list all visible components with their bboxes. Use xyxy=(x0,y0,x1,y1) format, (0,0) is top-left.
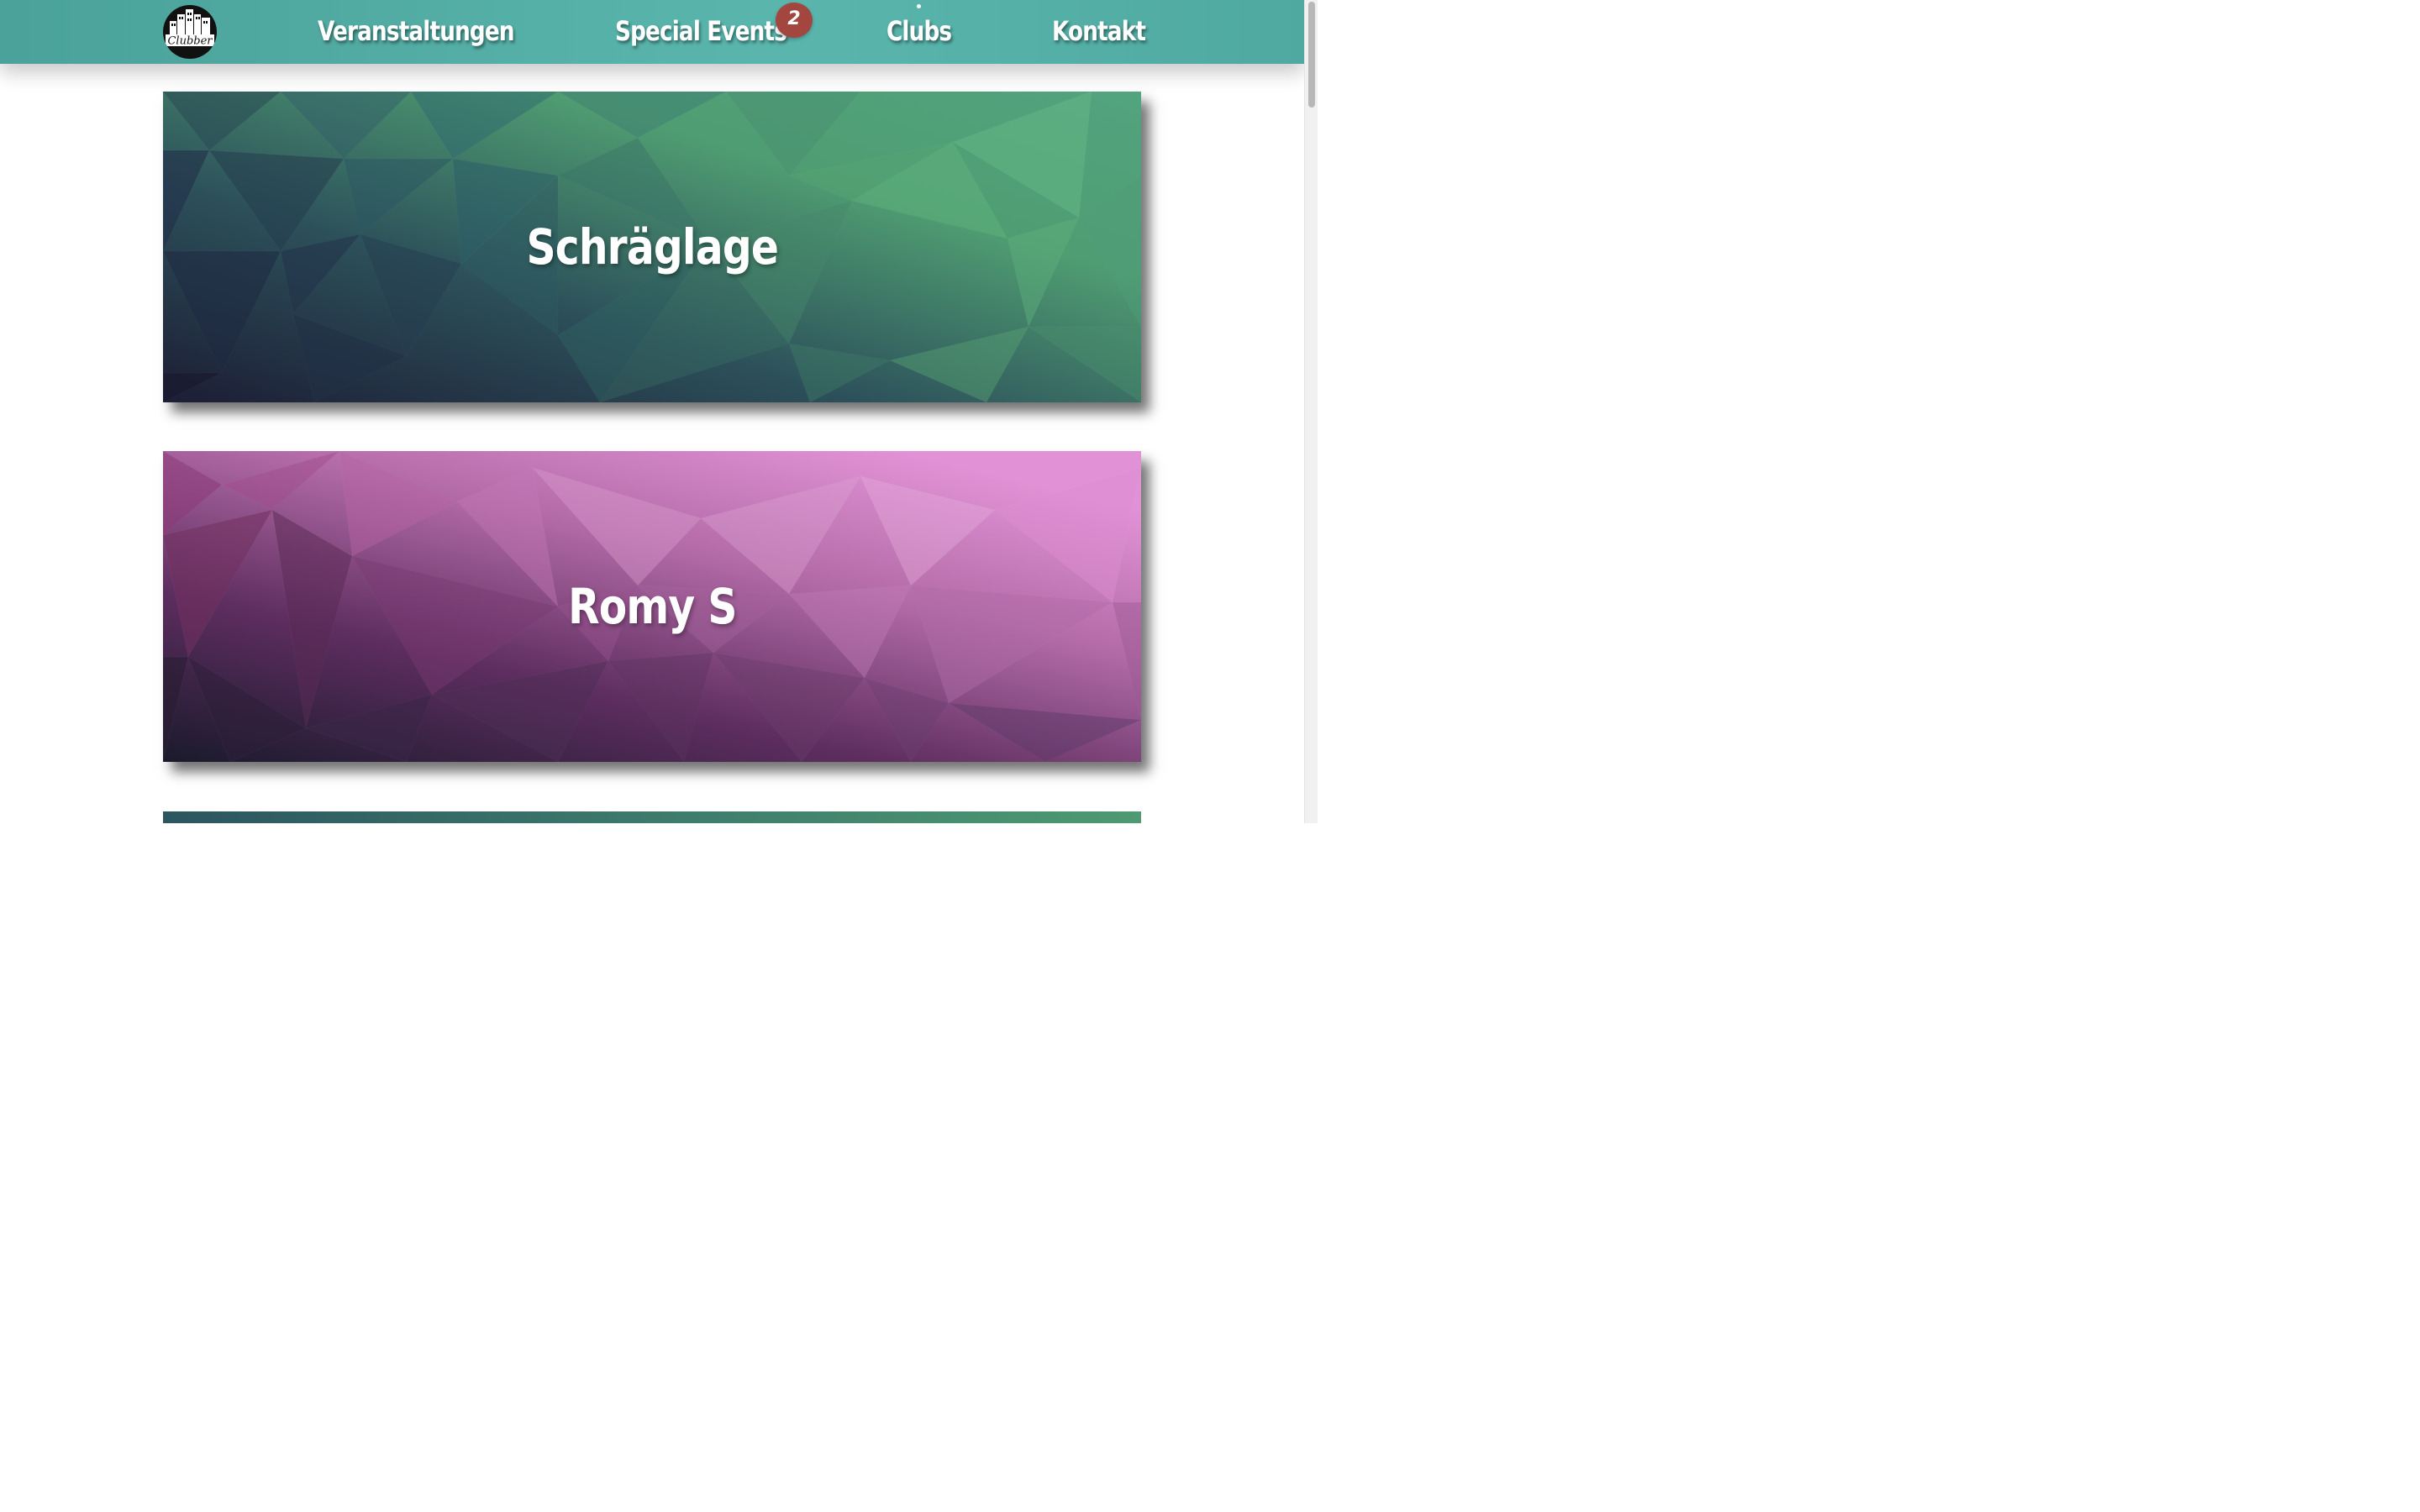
clubber-logo[interactable]: Clubber xyxy=(162,4,218,60)
special-events-count-badge: 2 xyxy=(776,3,813,38)
active-indicator-dot xyxy=(917,4,921,8)
vertical-scrollbar[interactable] xyxy=(1304,0,1318,823)
club-card-romy-s[interactable]: Romy S xyxy=(163,451,1141,762)
top-navigation-bar: Clubber Veranstaltungen Special Events 2… xyxy=(0,0,1304,64)
logo-text: Clubber xyxy=(167,35,213,48)
club-card-partial[interactable] xyxy=(163,811,1141,823)
nav-special-events[interactable]: Special Events xyxy=(615,12,787,50)
nav-veranstaltungen[interactable]: Veranstaltungen xyxy=(318,12,515,50)
page: Clubber Veranstaltungen Special Events 2… xyxy=(0,0,1318,823)
club-card-schraeglage[interactable]: Schräglage xyxy=(163,92,1141,402)
polygon-background xyxy=(163,811,1141,823)
scrollbar-thumb[interactable] xyxy=(1308,2,1315,108)
polygon-background xyxy=(163,451,1141,762)
nav-kontakt[interactable]: Kontakt xyxy=(1052,12,1146,50)
polygon-background xyxy=(163,92,1141,402)
nav-clubs[interactable]: Clubs xyxy=(886,12,952,50)
